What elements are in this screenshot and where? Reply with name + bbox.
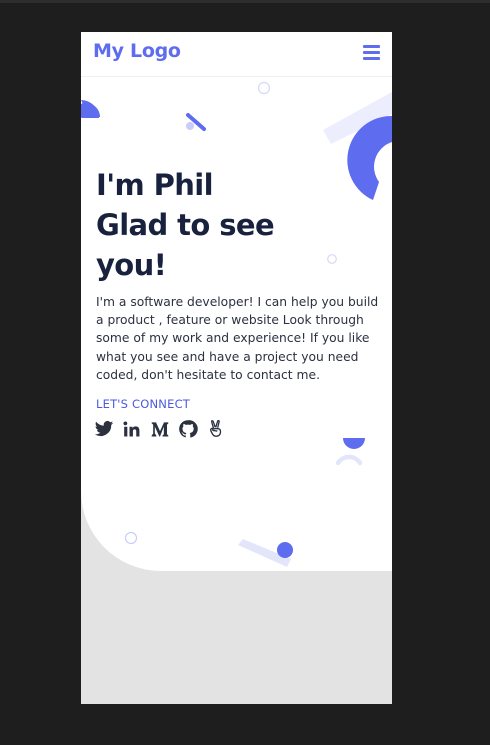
social-links [94,419,226,439]
half-circle-shape [81,100,100,118]
hero-headline: I'm Phil Glad to see you! [96,165,356,285]
pill-shape [238,539,293,567]
dash-shape [186,113,206,131]
bowl-shape [335,438,365,466]
lets-connect-link[interactable]: LET'S CONNECT [96,397,190,411]
intro-text: I'm a software developer! I can help you… [96,295,379,382]
headline-line-1: I'm Phil [96,168,214,202]
twitter-icon[interactable] [94,419,114,439]
window-top-border [0,0,490,3]
angellist-icon[interactable] [206,419,226,439]
headline-line-3: you! [96,248,167,282]
medium-icon[interactable] [150,419,170,439]
navbar: My Logo [81,32,392,77]
github-icon[interactable] [178,419,198,439]
small-ring-shape [257,81,271,95]
hamburger-menu-icon[interactable] [363,45,380,61]
linkedin-icon[interactable] [122,419,142,439]
logo[interactable]: My Logo [93,40,181,62]
hero-section: My Logo I'm Phil Glad to see you! I'm a … [81,32,392,571]
mobile-viewport: My Logo I'm Phil Glad to see you! I'm a … [81,32,392,704]
small-ring-shape-3 [124,531,138,545]
headline-line-2: Glad to see [96,208,275,242]
